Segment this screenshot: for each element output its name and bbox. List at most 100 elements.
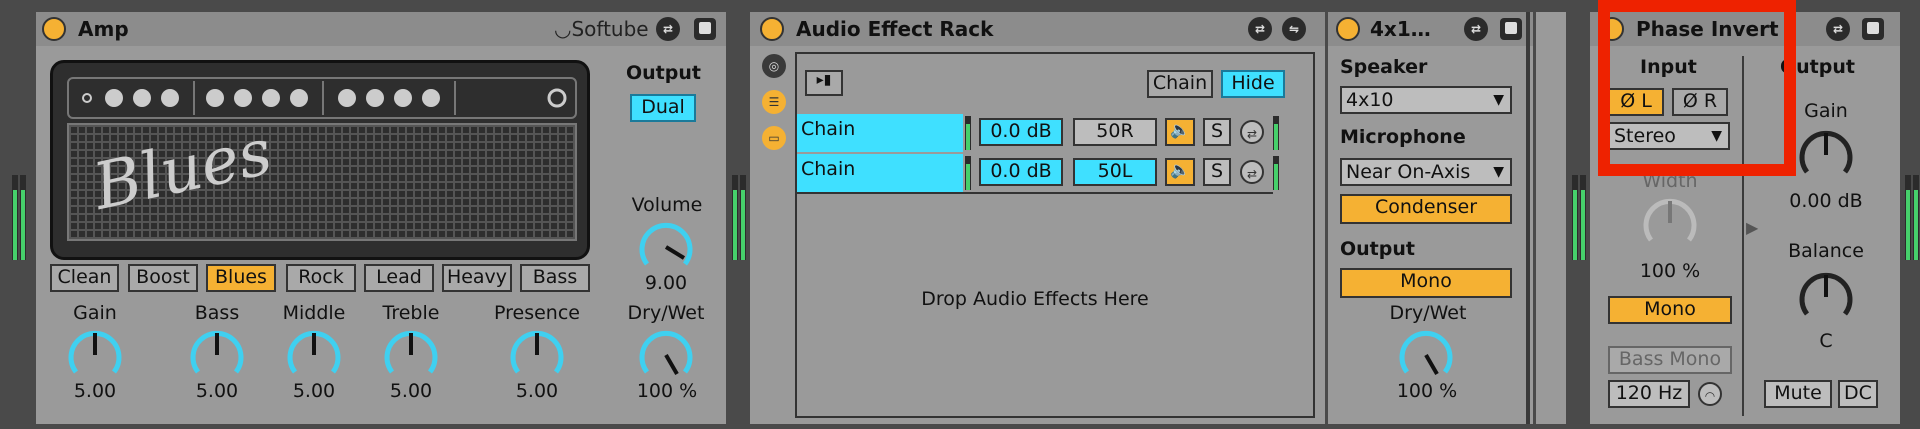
mute-button[interactable]: Mute (1764, 380, 1832, 408)
presence-value: 5.00 (515, 380, 559, 402)
chain-volume-2[interactable]: 0.0 dB (979, 158, 1063, 186)
utility-gain-knob[interactable] (1795, 124, 1857, 186)
model-lead-button[interactable]: Lead (364, 264, 434, 292)
chain-volume-1[interactable]: 0.0 dB (979, 118, 1063, 146)
speaker-label: Speaker (1340, 56, 1428, 78)
treble-knob[interactable] (380, 324, 442, 386)
chain-pan-2[interactable]: 50L (1073, 158, 1157, 186)
cabinet-output-label: Output (1340, 238, 1415, 260)
amp-output-meter-right (740, 175, 746, 260)
width-knob[interactable] (1639, 192, 1701, 254)
model-rock-button[interactable]: Rock (286, 264, 356, 292)
volume-knob[interactable] (635, 216, 697, 278)
chain-name-2[interactable]: Chain (797, 154, 963, 192)
cabinet-mono-button[interactable]: Mono (1340, 268, 1512, 298)
rack-device-list-icon[interactable]: ▭ (762, 126, 786, 150)
headphone-icon[interactable]: ◠ (1698, 382, 1722, 406)
hide-toggle-button[interactable]: Hide (1221, 70, 1285, 98)
microphone-select[interactable]: Near On-Axis (1340, 158, 1512, 186)
input-meter-left (12, 175, 18, 260)
middle-value: 5.00 (292, 380, 336, 402)
utility-output-meter-right (1913, 175, 1919, 260)
rack-title: Audio Effect Rack (796, 17, 994, 41)
hot-swap-icon[interactable]: ⇄ (656, 17, 680, 41)
bass-mono-button[interactable]: Bass Mono (1608, 346, 1732, 374)
output-dual-button[interactable]: Dual (630, 94, 696, 122)
balance-label: Balance (1788, 240, 1864, 262)
balance-value: C (1819, 330, 1833, 352)
chain-out-meter-2 (1273, 156, 1279, 190)
rack-power-led[interactable] (760, 17, 784, 41)
chain-solo-1[interactable]: S (1203, 118, 1231, 146)
cabinet-title: 4x1… (1370, 17, 1431, 41)
bass-label: Bass (194, 302, 240, 324)
cabinet-hot-swap-icon[interactable]: ⇄ (1464, 17, 1488, 41)
chain-out-meter-1 (1273, 116, 1279, 150)
amp-title: Amp (78, 17, 129, 41)
cabinet-titlebar: 4x1… ⇄ (1328, 12, 1533, 46)
model-heavy-button[interactable]: Heavy (442, 264, 512, 292)
save-preset-icon[interactable] (694, 18, 716, 40)
rack-output-meter-left (1572, 175, 1578, 260)
rack-play-button[interactable]: ▸▮ (805, 70, 843, 96)
chain-hot-swap-icon-1[interactable]: ⇄ (1240, 120, 1264, 144)
model-blues-button[interactable]: Blues (206, 264, 276, 292)
chain-activator-1[interactable]: 🔈 (1165, 118, 1195, 146)
amp-head-graphic: Blues (50, 60, 590, 260)
chain-list-bottom-border (797, 192, 1273, 194)
middle-label: Middle (282, 302, 346, 324)
amp-power-led[interactable] (42, 17, 66, 41)
utility-mono-button[interactable]: Mono (1608, 296, 1732, 324)
balance-knob[interactable] (1795, 266, 1857, 328)
amp-drywet-knob[interactable] (635, 324, 697, 386)
chain-row-2[interactable]: Chain 0.0 dB 50L 🔈 S ⇄ (797, 154, 1313, 192)
chain-hot-swap-icon-2[interactable]: ⇄ (1240, 160, 1264, 184)
input-meter-right (20, 175, 26, 260)
gain-value: 5.00 (73, 380, 117, 402)
cabinet-drywet-knob[interactable] (1395, 324, 1457, 386)
treble-label: Treble (382, 302, 440, 324)
chain-pan-1[interactable]: 50R (1073, 118, 1157, 146)
width-value: 100 % (1639, 260, 1701, 282)
presence-label: Presence (494, 302, 580, 324)
microphone-label: Microphone (1340, 126, 1466, 148)
volume-label: Volume (631, 194, 703, 216)
bass-mono-frequency[interactable]: 120 Hz (1608, 380, 1690, 408)
rack-hot-swap-icon[interactable]: ⇄ (1248, 17, 1272, 41)
dc-button[interactable]: DC (1838, 380, 1878, 408)
rack-chain-list-icon[interactable]: ☰ (762, 90, 786, 114)
rack-macro-icon[interactable]: ◎ (762, 54, 786, 78)
rack-chain-panel: ▸▮ Chain Hide (795, 52, 1315, 418)
bass-knob[interactable] (186, 324, 248, 386)
chain-activator-2[interactable]: 🔈 (1165, 158, 1195, 186)
model-clean-button[interactable]: Clean (50, 264, 119, 292)
amp-drywet-value: 100 % (636, 380, 698, 402)
rack-collapse-icon[interactable]: ⇋ (1282, 17, 1306, 41)
chain-meter-2 (965, 156, 971, 190)
chain-name-1[interactable]: Chain (797, 114, 963, 152)
cabinet-power-led[interactable] (1336, 17, 1360, 41)
utility-hot-swap-icon[interactable]: ⇄ (1826, 17, 1850, 41)
chain-meter-1 (965, 116, 971, 150)
chain-toggle-button[interactable]: Chain (1147, 70, 1213, 98)
softube-logo: ◡Softube (554, 17, 649, 41)
volume-value: 9.00 (644, 272, 688, 294)
model-bass-button[interactable]: Bass (520, 264, 590, 292)
utility-save-preset-icon[interactable] (1862, 18, 1884, 40)
presence-knob[interactable] (506, 324, 568, 386)
highlight-box (1598, 0, 1796, 176)
condenser-button[interactable]: Condenser (1340, 194, 1512, 224)
rack-end-strip (1536, 12, 1566, 424)
speaker-select[interactable]: 4x10 (1340, 86, 1512, 114)
rack-titlebar: Audio Effect Rack ⇄ ⇋ (750, 12, 1325, 46)
model-boost-button[interactable]: Boost (128, 264, 198, 292)
cabinet-save-preset-icon[interactable] (1500, 18, 1522, 40)
drop-effects-hint[interactable]: Drop Audio Effects Here (797, 288, 1273, 310)
gain-knob[interactable] (64, 324, 126, 386)
middle-knob[interactable] (283, 324, 345, 386)
rack-output-meter-right (1580, 175, 1586, 260)
chain-solo-2[interactable]: S (1203, 158, 1231, 186)
amp-knob-row (82, 81, 567, 115)
chain-row-1[interactable]: Chain 0.0 dB 50R 🔈 S ⇄ (797, 114, 1313, 152)
softube-brand: Softube (571, 17, 649, 41)
